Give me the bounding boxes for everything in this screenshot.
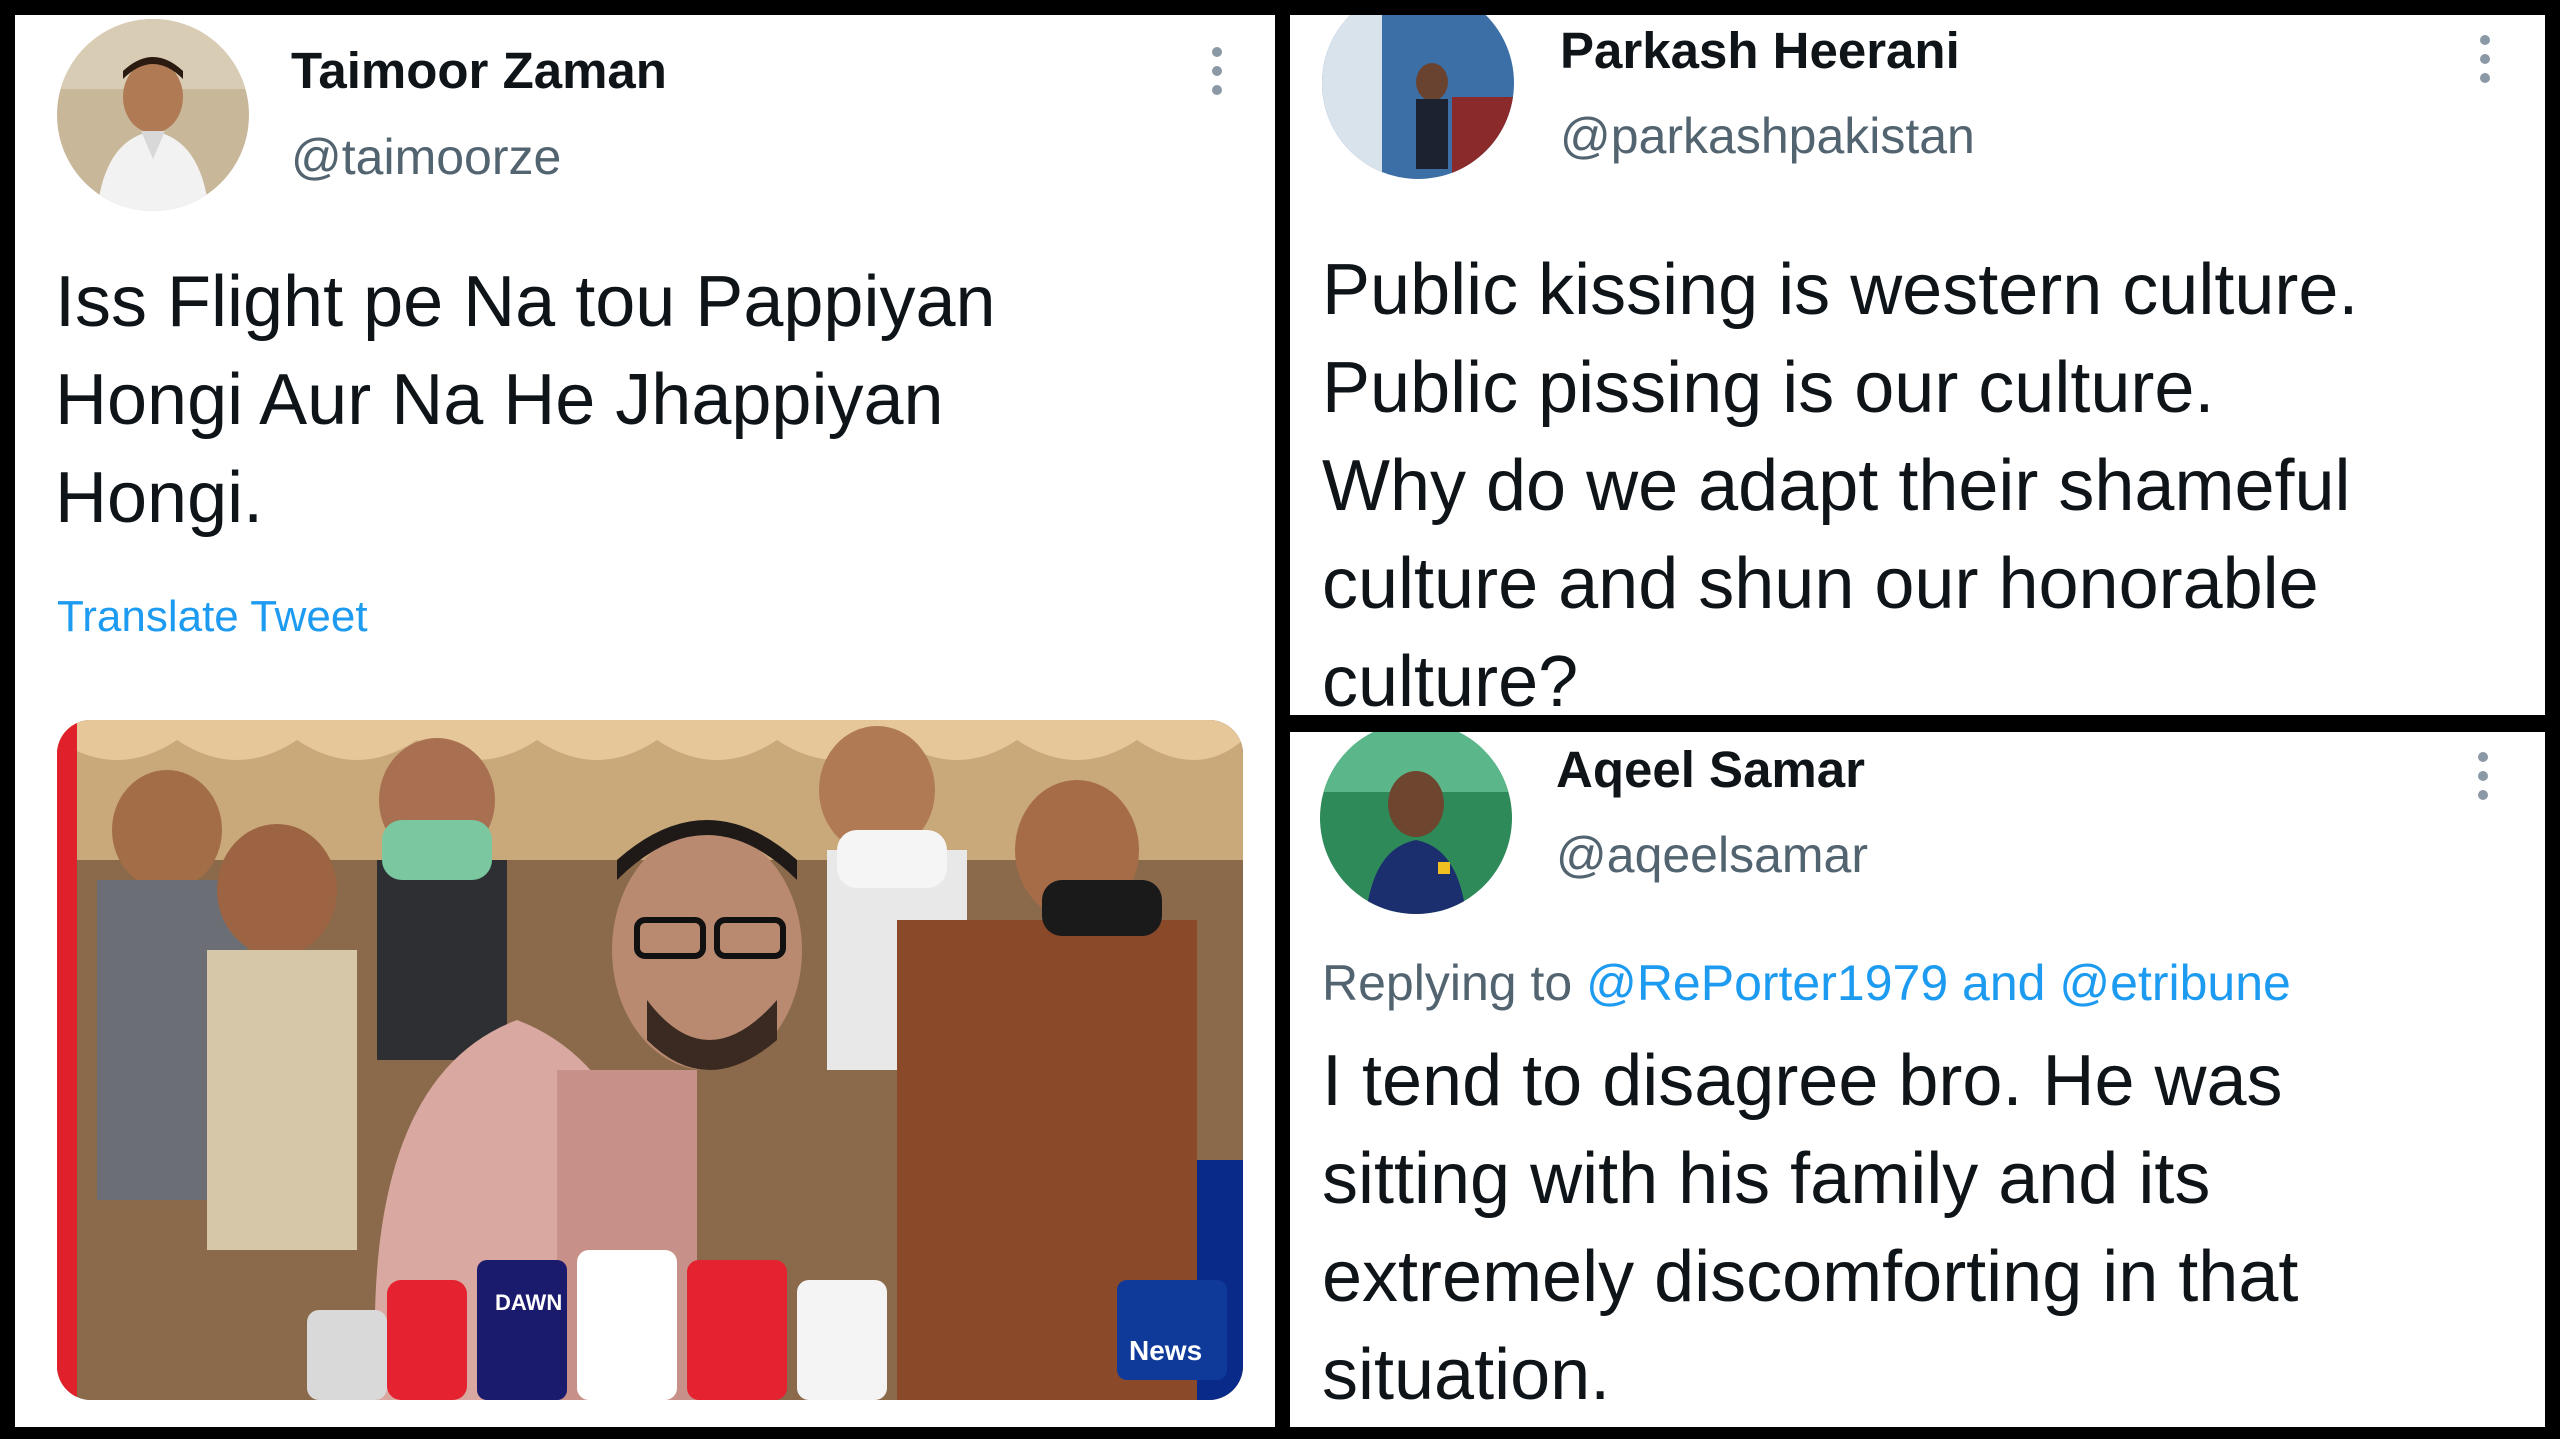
channel-logo-text: News	[1129, 1335, 1202, 1366]
author-name[interactable]: Aqeel Samar	[1556, 740, 1865, 799]
author-handle[interactable]: @taimoorze	[291, 128, 561, 186]
tweet-text-line: Iss Flight pe Na tou Pappiyan	[55, 262, 996, 342]
mention-link[interactable]: @etribune	[2059, 955, 2290, 1011]
tweet-text-line: Public kissing is western culture.	[1322, 250, 2359, 330]
tweet-text-line: culture?	[1322, 642, 1579, 715]
tweet-card-parkash[interactable]: Parkash Heerani @parkashpakistan Public …	[1290, 15, 2545, 715]
tweet-card-taimoor[interactable]: Taimoor Zaman @taimoorze Iss Flight pe N…	[15, 15, 1275, 1427]
avatar[interactable]	[1320, 732, 1512, 914]
avatar[interactable]	[57, 19, 249, 211]
tweet-text-line: Public pissing is our culture.	[1322, 348, 2215, 428]
replying-and: and	[1962, 955, 2046, 1011]
avatar-image	[1320, 732, 1512, 914]
more-options-icon[interactable]	[2476, 752, 2490, 800]
translate-tweet-link[interactable]: Translate Tweet	[57, 592, 368, 642]
tweet-text-line: I tend to disagree bro. He was	[1322, 1041, 2283, 1121]
author-name[interactable]: Parkash Heerani	[1560, 21, 1960, 80]
tweet-media-image[interactable]: DAWN News	[57, 720, 1243, 1400]
tweet-text-line: Hongi Aur Na He Jhappiyan	[55, 360, 944, 440]
replying-to: Replying to @RePorter1979 and @etribune	[1322, 954, 2291, 1012]
more-options-icon[interactable]	[2478, 35, 2492, 83]
avatar[interactable]	[1322, 15, 1514, 179]
mention-link[interactable]: @RePorter1979	[1586, 955, 1948, 1011]
avatar-image	[1322, 15, 1514, 179]
tweet-text-line: sitting with his family and its	[1322, 1139, 2211, 1219]
tweet-text-line: situation.	[1322, 1335, 1611, 1415]
tweet-card-aqeel[interactable]: Aqeel Samar @aqeelsamar Replying to @ReP…	[1290, 732, 2545, 1427]
tweet-text: I tend to disagree bro. He was sitting w…	[1322, 1032, 2298, 1424]
avatar-image	[57, 19, 249, 211]
tweet-text-line: extremely discomforting in that	[1322, 1237, 2299, 1317]
press-conference-image: DAWN News	[57, 720, 1243, 1400]
author-handle[interactable]: @aqeelsamar	[1556, 826, 1868, 884]
replying-prefix: Replying to	[1322, 955, 1573, 1011]
author-name[interactable]: Taimoor Zaman	[291, 41, 667, 100]
tweet-text-line: Hongi.	[55, 458, 264, 538]
mic-label: DAWN	[495, 1290, 562, 1315]
tweet-text: Iss Flight pe Na tou Pappiyan Hongi Aur …	[55, 253, 996, 547]
author-handle[interactable]: @parkashpakistan	[1560, 107, 1975, 165]
tweet-text-line: culture and shun our honorable	[1322, 544, 2319, 624]
more-options-icon[interactable]	[1210, 47, 1224, 95]
tweet-text-line: Why do we adapt their shameful	[1322, 446, 2351, 526]
tweet-text: Public kissing is western culture. Publi…	[1322, 241, 2358, 715]
